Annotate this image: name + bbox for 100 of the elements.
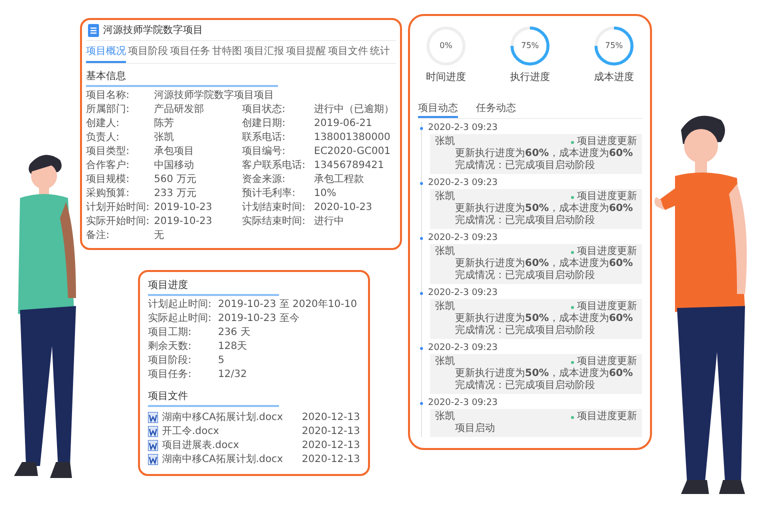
word-file-icon	[148, 412, 158, 422]
section-title: 项目进度	[148, 276, 280, 296]
field-value: 产品研发部	[154, 104, 205, 116]
progress-label: 成本进度	[594, 70, 634, 84]
field-value: 2019-10-23 至今	[218, 313, 300, 325]
timeline-dot	[420, 126, 423, 130]
progress-label: 时间进度	[426, 70, 466, 84]
field-label: 项目任务:	[148, 369, 192, 381]
activity-tag: 项目进度更新	[577, 356, 637, 368]
field-label: 创建日期:	[242, 118, 286, 130]
tab[interactable]: 项目提醒	[286, 41, 326, 63]
field-label: 实际开始时间:	[86, 216, 150, 228]
field-value: 560 万元	[154, 174, 198, 186]
field-label: 客户联系电话:	[242, 160, 306, 172]
file-link[interactable]: 项目进展表.docx	[162, 438, 240, 452]
activity-text: 完成情况：已完成项目启动阶段	[454, 325, 596, 337]
field-value: 128天	[218, 341, 248, 353]
field-label: 合作客户:	[86, 160, 130, 172]
field-value: 13456789421	[314, 160, 385, 172]
field-label: 项目编号:	[242, 146, 286, 158]
field-value: 河源技师学院数字项目项目	[154, 90, 275, 102]
field-value: 236 天	[218, 327, 252, 339]
field-value: 2020-10-23	[314, 202, 374, 214]
dot-icon	[571, 416, 574, 418]
file-link[interactable]: 开工令.docx	[162, 424, 220, 438]
dot-icon	[571, 196, 574, 198]
field-value: EC2020-GC001	[314, 146, 392, 158]
dot-icon	[571, 140, 574, 144]
field-value: 12/32	[218, 369, 248, 381]
field-value: 10%	[314, 188, 338, 200]
activity-tag: 项目进度更新	[577, 411, 637, 423]
tab[interactable]: 项目汇报	[244, 41, 284, 63]
tab[interactable]: 项目任务	[170, 41, 210, 63]
field-label: 联系电话:	[242, 132, 286, 144]
progress-reading: 0%	[438, 40, 454, 52]
field-label: 计划结束时间:	[242, 202, 306, 214]
progress-reading: 75%	[520, 40, 540, 52]
tab[interactable]: 项目阶段	[128, 41, 168, 63]
activity-text: 项目启动	[454, 423, 496, 435]
field-label: 项目工期:	[148, 327, 192, 339]
field-label: 所属部门:	[86, 104, 130, 116]
timeline-dot	[420, 182, 423, 184]
field-value: 张凯	[154, 132, 175, 144]
field-value: 承包工程款	[314, 174, 365, 186]
file-link[interactable]: 湖南中移CA拓展计划.docx	[162, 410, 283, 424]
field-value: 138001380000	[314, 132, 392, 144]
file-link[interactable]: 湖南中移CA拓展计划.docx	[162, 452, 283, 466]
field-label: 备注:	[86, 230, 110, 242]
field-value: 2019-06-21	[314, 118, 374, 130]
project-title: 河源技师学院数字项目	[103, 24, 203, 37]
field-value: 2019-10-23	[154, 216, 214, 228]
file-date: 2020-12-13	[302, 412, 360, 422]
section-title: 项目文件	[148, 387, 280, 407]
activity-tag: 项目进度更新	[577, 191, 637, 203]
file-date: 2020-12-13	[302, 426, 360, 436]
timeline-dot	[420, 402, 423, 404]
field-label: 负责人:	[86, 132, 120, 144]
field-label: 项目阶段:	[148, 355, 192, 367]
field-value: 承包项目	[154, 146, 195, 158]
field-value: 2019-10-23 至 2020年10-10	[218, 299, 358, 311]
author-name: 张凯	[435, 136, 455, 148]
field-label: 计划起止时间:	[148, 299, 212, 311]
tab[interactable]: 甘特图	[212, 41, 242, 63]
author-name: 张凯	[435, 411, 455, 423]
entry-time: 2020-2-3 09:23	[428, 287, 498, 299]
field-label: 项目状态:	[242, 104, 286, 116]
word-file-icon	[148, 454, 158, 464]
tab[interactable]: 项目概况	[86, 41, 126, 63]
field-label: 创建人:	[86, 118, 120, 130]
entry-time: 2020-2-3 09:23	[428, 122, 498, 134]
tab[interactable]: 任务动态	[476, 100, 516, 118]
activity-text: 完成情况：已完成项目启动阶段	[454, 380, 596, 392]
field-value: 5	[218, 355, 226, 367]
timeline-dot	[420, 346, 423, 350]
dot-icon	[571, 250, 574, 254]
progress-reading: 75%	[604, 40, 624, 52]
word-file-icon	[148, 426, 158, 436]
field-label: 项目名称:	[86, 90, 130, 102]
field-label: 项目规模:	[86, 174, 130, 186]
activity-tag: 项目进度更新	[577, 246, 637, 258]
field-value: 无	[154, 230, 165, 242]
tab[interactable]: 统计	[370, 41, 390, 63]
field-label: 计划开始时间:	[86, 202, 150, 214]
tab[interactable]: 项目文件	[328, 41, 368, 63]
word-file-icon	[148, 440, 158, 450]
tab[interactable]: 项目动态	[418, 100, 458, 118]
field-value: 进行中（已逾期）	[314, 104, 395, 116]
author-name: 张凯	[435, 191, 455, 203]
dot-icon	[571, 360, 574, 364]
field-label: 预计毛利率:	[242, 188, 296, 200]
activity-text: 更新执行进度为60%，成本进度为60%	[454, 148, 634, 160]
document-icon	[88, 24, 99, 36]
progress-ring	[508, 24, 552, 68]
activity-text: 更新执行进度为50%，成本进度为60%	[454, 313, 634, 324]
field-value: 进行中	[314, 216, 345, 228]
activity-tag: 项目进度更新	[577, 301, 637, 313]
timeline-dot	[420, 292, 423, 294]
section-title: 基本信息	[86, 67, 278, 87]
entry-time: 2020-2-3 09:23	[428, 397, 498, 409]
entry-time: 2020-2-3 09:23	[428, 177, 498, 189]
